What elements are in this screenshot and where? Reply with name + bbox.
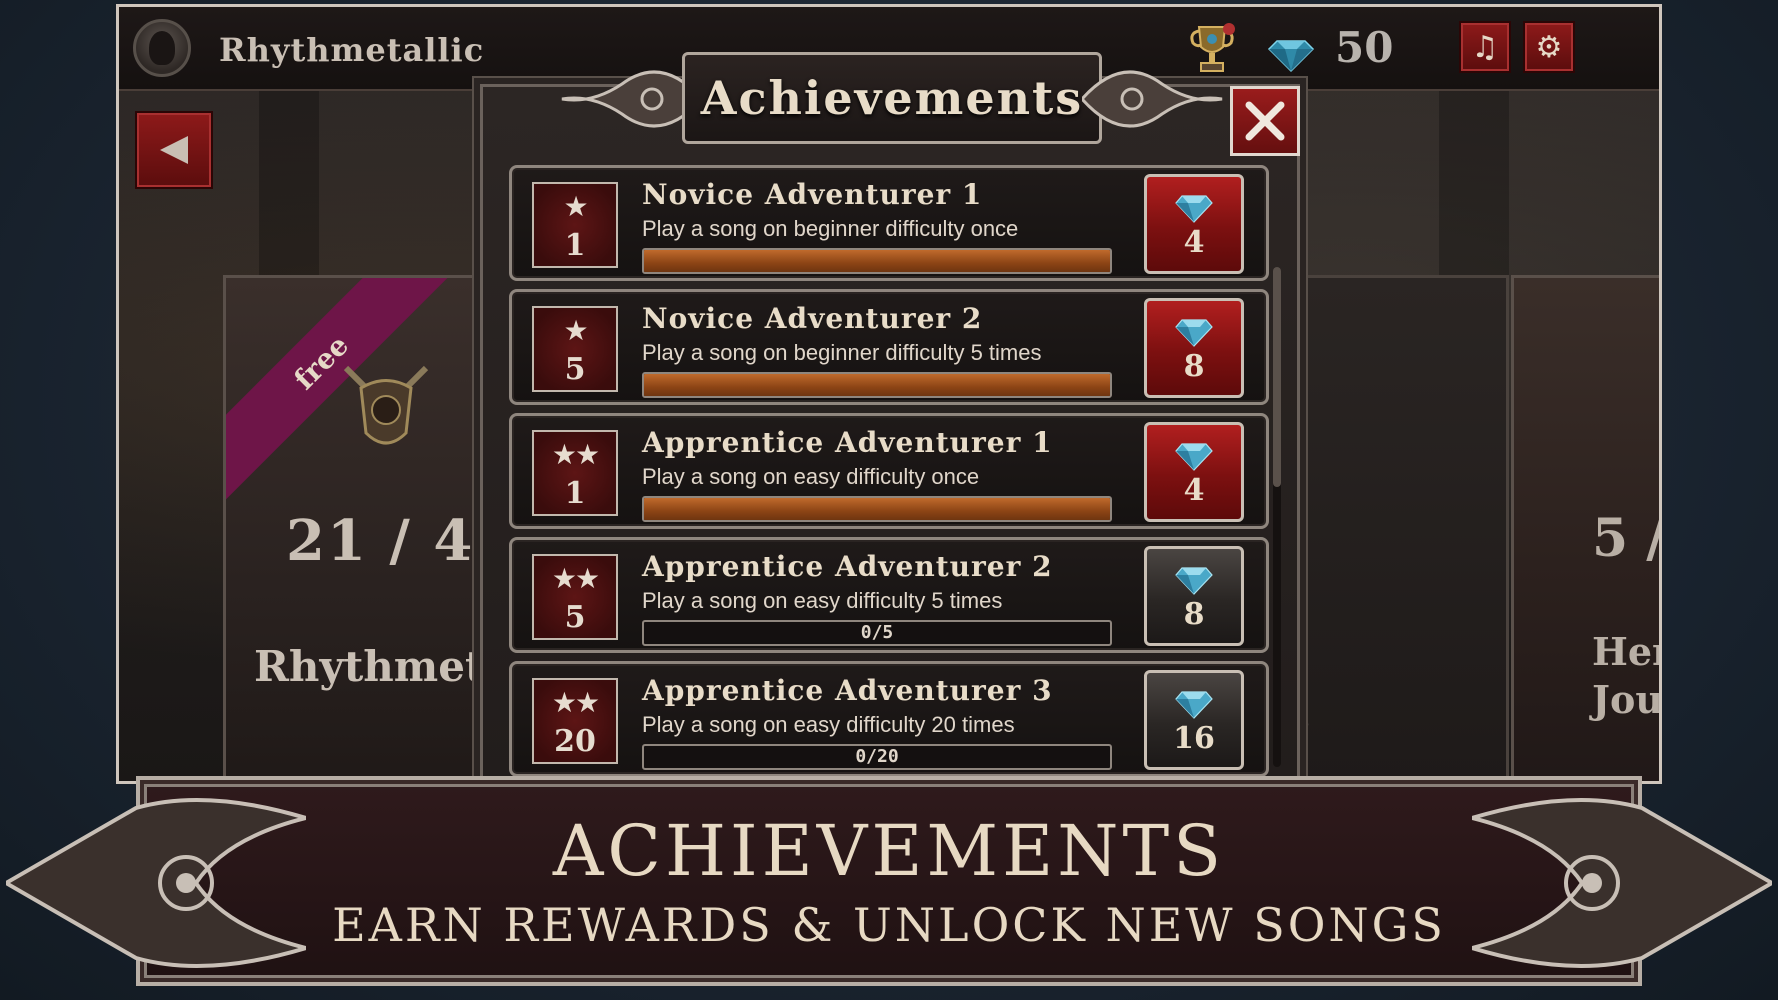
crest-emblem-icon — [343, 365, 429, 445]
filigree-ornament-right-icon — [1472, 798, 1772, 968]
progress-label: 0/5 — [860, 622, 894, 643]
album-name: Her Jour — [1592, 629, 1662, 722]
album-card-heroes-journey[interactable]: 5 / Her Jour — [1511, 275, 1662, 781]
badge-number: 1 — [564, 228, 586, 263]
progress-label — [644, 498, 1110, 520]
claim-reward-button[interactable]: 16 — [1144, 670, 1244, 770]
achievement-badge: ★★ 5 — [532, 554, 618, 640]
album-card-rhythmetallic[interactable]: free 21 / 42 Rhythmetall — [223, 275, 523, 781]
player-name: Rhythmetallic — [219, 31, 485, 69]
achievement-progress-bar — [642, 496, 1112, 522]
badge-number: 5 — [564, 352, 586, 387]
album-card-middle-right[interactable]: is — [1269, 275, 1509, 781]
filigree-ornament-right-icon — [1082, 70, 1223, 128]
achievement-badge: ★★ 20 — [532, 678, 618, 764]
achievement-title: Novice Adventurer 2 — [642, 302, 983, 335]
triangle-left-icon — [160, 136, 188, 164]
achievements-panel: ★ 1 Novice Adventurer 1 Play a song on begi… — [480, 84, 1300, 784]
gear-icon: ⚙ — [1535, 29, 1563, 65]
achievement-badge: ★ 5 — [532, 306, 618, 392]
panel-title: Achievements — [700, 71, 1084, 125]
claim-reward-button[interactable]: 8 — [1144, 546, 1244, 646]
star-icon: ★ — [563, 190, 588, 223]
achievement-description: Play a song on easy difficulty 20 times — [642, 712, 1015, 737]
reward-amount: 16 — [1173, 721, 1215, 756]
gem-icon — [1175, 443, 1213, 471]
achievement-progress-bar: 0/5 — [642, 620, 1112, 646]
reward-amount: 4 — [1183, 473, 1205, 508]
achievement-row: ★★ 1 Apprentice Adventurer 1 Play a song on… — [509, 413, 1269, 529]
player-avatar[interactable] — [133, 19, 191, 77]
gem-icon — [1175, 567, 1213, 595]
gem-icon — [1175, 319, 1213, 347]
achievement-title: Apprentice Adventurer 3 — [642, 674, 1053, 707]
achievement-row: ★ 1 Novice Adventurer 1 Play a song on begi… — [509, 165, 1269, 281]
claim-reward-button[interactable]: 4 — [1144, 422, 1244, 522]
badge-number: 5 — [564, 600, 586, 635]
banner-subtitle: EARN REWARDS & UNLOCK NEW SONGS — [332, 898, 1446, 952]
panel-header: Achievements — [552, 44, 1232, 154]
music-button[interactable]: ♫ — [1459, 21, 1511, 73]
star-icon: ★ — [563, 314, 588, 347]
gem-count: 50 — [1335, 23, 1394, 72]
badge-number: 1 — [564, 476, 586, 511]
reward-amount: 8 — [1183, 597, 1205, 632]
claim-reward-button[interactable]: 8 — [1144, 298, 1244, 398]
achievement-row: ★★ 20 Apprentice Adventurer 3 Play a song o… — [509, 661, 1269, 777]
progress-label: 0/20 — [855, 746, 899, 767]
star-icon: ★★ — [551, 686, 600, 719]
avatar-silhouette-icon — [149, 31, 175, 65]
achievement-title: Novice Adventurer 1 — [642, 178, 983, 211]
x-icon — [1245, 101, 1285, 141]
filigree-ornament-left-icon — [6, 798, 306, 968]
gem-icon — [1175, 691, 1213, 719]
gem-icon — [1175, 195, 1213, 223]
progress-label — [644, 374, 1110, 396]
achievement-row: ★ 5 Novice Adventurer 2 Play a song on begi… — [509, 289, 1269, 405]
achievements-list[interactable]: ★ 1 Novice Adventurer 1 Play a song on begi… — [509, 165, 1269, 785]
achievement-progress-bar — [642, 248, 1112, 274]
achievement-row: ★★ 5 Apprentice Adventurer 2 Play a song on… — [509, 537, 1269, 653]
achievement-badge: ★★ 1 — [532, 430, 618, 516]
claim-reward-button[interactable]: 4 — [1144, 174, 1244, 274]
star-icon: ★★ — [551, 562, 600, 595]
achievement-progress-bar: 0/20 — [642, 744, 1112, 770]
achievement-title: Apprentice Adventurer 2 — [642, 550, 1053, 583]
achievement-title: Apprentice Adventurer 1 — [642, 426, 1053, 459]
reward-amount: 8 — [1183, 349, 1205, 384]
settings-button[interactable]: ⚙ — [1523, 21, 1575, 73]
achievement-description: Play a song on beginner difficulty 5 tim… — [642, 340, 1042, 365]
achievement-badge: ★ 1 — [532, 182, 618, 268]
badge-number: 20 — [554, 724, 596, 759]
achievement-description: Play a song on beginner difficulty once — [642, 216, 1019, 241]
music-note-icon: ♫ — [1471, 29, 1499, 65]
gem-icon — [1267, 40, 1315, 73]
scrollbar-thumb[interactable] — [1273, 267, 1281, 487]
back-button[interactable] — [135, 111, 213, 189]
album-song-count: 5 / — [1592, 508, 1662, 569]
star-icon: ★★ — [551, 438, 600, 471]
progress-label — [644, 250, 1110, 272]
reward-amount: 4 — [1183, 225, 1205, 260]
promo-banner: ACHIEVEMENTS EARN REWARDS & UNLOCK NEW S… — [136, 776, 1642, 986]
scrollbar[interactable] — [1273, 267, 1281, 767]
filigree-ornament-left-icon — [561, 70, 702, 128]
close-button[interactable] — [1230, 86, 1300, 156]
achievement-description: Play a song on easy difficulty 5 times — [642, 588, 1003, 613]
achievement-description: Play a song on easy difficulty once — [642, 464, 980, 489]
panel-title-plate: Achievements — [682, 52, 1102, 144]
banner-title: ACHIEVEMENTS — [552, 810, 1226, 892]
achievement-progress-bar — [642, 372, 1112, 398]
